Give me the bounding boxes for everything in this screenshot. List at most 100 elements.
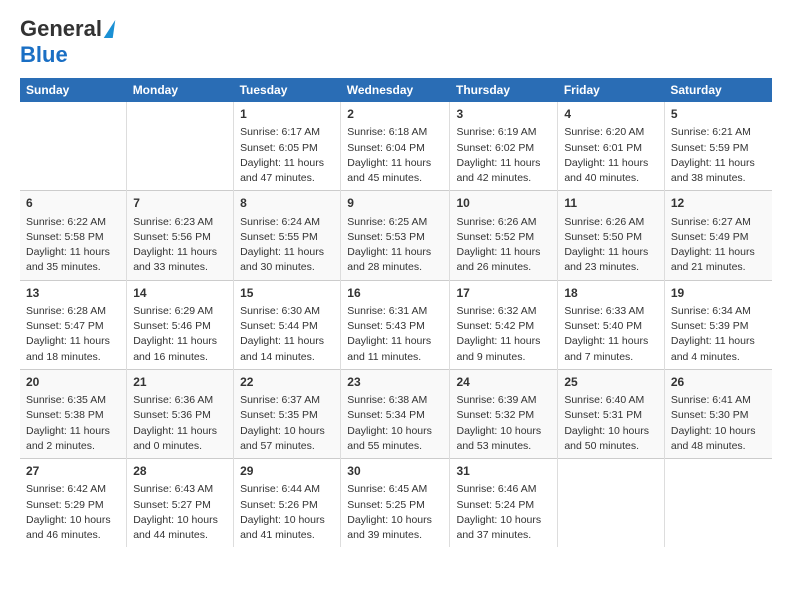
day-number: 23 [347, 374, 443, 391]
calendar-cell [127, 102, 234, 191]
sunset: Sunset: 6:01 PM [564, 142, 642, 154]
sunrise: Sunrise: 6:31 AM [347, 305, 427, 317]
col-header-monday: Monday [127, 78, 234, 102]
sunrise: Sunrise: 6:39 AM [456, 394, 536, 406]
sunset: Sunset: 5:31 PM [564, 409, 642, 421]
logo-general: General [20, 16, 102, 42]
sunrise: Sunrise: 6:36 AM [133, 394, 213, 406]
day-number: 20 [26, 374, 120, 391]
day-number: 26 [671, 374, 766, 391]
daylight: Daylight: 11 hours and 47 minutes. [240, 157, 324, 184]
daylight: Daylight: 11 hours and 42 minutes. [456, 157, 540, 184]
sunrise: Sunrise: 6:45 AM [347, 483, 427, 495]
daylight: Daylight: 11 hours and 35 minutes. [26, 246, 110, 273]
daylight: Daylight: 11 hours and 38 minutes. [671, 157, 755, 184]
sunset: Sunset: 5:29 PM [26, 499, 104, 511]
sunrise: Sunrise: 6:28 AM [26, 305, 106, 317]
calendar-cell: 6Sunrise: 6:22 AMSunset: 5:58 PMDaylight… [20, 191, 127, 280]
daylight: Daylight: 11 hours and 14 minutes. [240, 335, 324, 362]
daylight: Daylight: 10 hours and 41 minutes. [240, 514, 325, 541]
week-row: 1Sunrise: 6:17 AMSunset: 6:05 PMDaylight… [20, 102, 772, 191]
calendar-cell: 2Sunrise: 6:18 AMSunset: 6:04 PMDaylight… [341, 102, 450, 191]
sunrise: Sunrise: 6:19 AM [456, 126, 536, 138]
day-number: 24 [456, 374, 551, 391]
daylight: Daylight: 11 hours and 18 minutes. [26, 335, 110, 362]
daylight: Daylight: 10 hours and 44 minutes. [133, 514, 218, 541]
day-number: 28 [133, 463, 227, 480]
sunrise: Sunrise: 6:43 AM [133, 483, 213, 495]
week-row: 6Sunrise: 6:22 AMSunset: 5:58 PMDaylight… [20, 191, 772, 280]
daylight: Daylight: 11 hours and 11 minutes. [347, 335, 431, 362]
calendar-cell: 26 Sunrise: 6:41 AM Sunset: 5:30 PM Dayligh… [664, 369, 772, 458]
sunrise: Sunrise: 6:27 AM [671, 216, 751, 228]
daylight: Daylight: 11 hours and 40 minutes. [564, 157, 648, 184]
day-number: 2 [347, 106, 443, 123]
daylight: Daylight: 11 hours and 23 minutes. [564, 246, 648, 273]
logo-blue: Blue [20, 42, 68, 67]
sunset: Sunset: 5:30 PM [671, 409, 749, 421]
sunset: Sunset: 5:43 PM [347, 320, 425, 332]
calendar-cell [558, 459, 665, 548]
sunrise: Sunrise: 6:38 AM [347, 394, 427, 406]
col-header-friday: Friday [558, 78, 665, 102]
day-number: 18 [564, 285, 658, 302]
calendar-cell: 5Sunrise: 6:21 AMSunset: 5:59 PMDaylight… [664, 102, 772, 191]
day-number: 25 [564, 374, 658, 391]
sunset: Sunset: 5:49 PM [671, 231, 749, 243]
day-number: 30 [347, 463, 443, 480]
calendar-cell: 27Sunrise: 6:42 AMSunset: 5:29 PMDayligh… [20, 459, 127, 548]
sunset: Sunset: 5:38 PM [26, 409, 104, 421]
daylight: Daylight: 11 hours and 30 minutes. [240, 246, 324, 273]
logo-arrow-icon [104, 20, 116, 38]
daylight: Daylight: 10 hours and 37 minutes. [456, 514, 541, 541]
sunrise: Sunrise: 6:33 AM [564, 305, 644, 317]
calendar-cell: 25Sunrise: 6:40 AMSunset: 5:31 PMDayligh… [558, 369, 665, 458]
daylight: Daylight: 11 hours and 33 minutes. [133, 246, 217, 273]
day-number: 12 [671, 195, 766, 212]
daylight: Daylight: 10 hours and 53 minutes. [456, 425, 541, 452]
sunset: Sunset: 5:35 PM [240, 409, 318, 421]
day-number: 9 [347, 195, 443, 212]
sunset: Sunset: 5:56 PM [133, 231, 211, 243]
sunset: Sunset: 5:58 PM [26, 231, 104, 243]
sunset: Sunset: 6:04 PM [347, 142, 425, 154]
calendar-cell: 17Sunrise: 6:32 AMSunset: 5:42 PMDayligh… [450, 280, 558, 369]
calendar-cell: 30Sunrise: 6:45 AMSunset: 5:25 PMDayligh… [341, 459, 450, 548]
calendar-cell: 8Sunrise: 6:24 AMSunset: 5:55 PMDaylight… [234, 191, 341, 280]
daylight: Daylight: 10 hours and 48 minutes. [671, 425, 756, 452]
sunrise: Sunrise: 6:29 AM [133, 305, 213, 317]
day-number: 10 [456, 195, 551, 212]
day-number: 22 [240, 374, 334, 391]
day-number: 27 [26, 463, 120, 480]
sunrise: Sunrise: 6:20 AM [564, 126, 644, 138]
sunrise: Sunrise: 6:17 AM [240, 126, 320, 138]
daylight: Daylight: 10 hours and 39 minutes. [347, 514, 432, 541]
calendar-cell: 19Sunrise: 6:34 AMSunset: 5:39 PMDayligh… [664, 280, 772, 369]
calendar-cell [20, 102, 127, 191]
day-number: 8 [240, 195, 334, 212]
sunset: Sunset: 5:27 PM [133, 499, 211, 511]
col-header-thursday: Thursday [450, 78, 558, 102]
sunrise: Sunrise: 6:32 AM [456, 305, 536, 317]
week-row: 27Sunrise: 6:42 AMSunset: 5:29 PMDayligh… [20, 459, 772, 548]
daylight: Daylight: 11 hours and 7 minutes. [564, 335, 648, 362]
logo: General Blue [20, 16, 114, 68]
day-number: 21 [133, 374, 227, 391]
daylight: Daylight: 10 hours and 57 minutes. [240, 425, 325, 452]
sunrise: Sunrise: 6:34 AM [671, 305, 751, 317]
day-number: 19 [671, 285, 766, 302]
calendar-cell: 31Sunrise: 6:46 AMSunset: 5:24 PMDayligh… [450, 459, 558, 548]
day-number: 29 [240, 463, 334, 480]
daylight: Daylight: 10 hours and 55 minutes. [347, 425, 432, 452]
calendar-table: SundayMondayTuesdayWednesdayThursdayFrid… [20, 78, 772, 547]
col-header-tuesday: Tuesday [234, 78, 341, 102]
sunset: Sunset: 5:53 PM [347, 231, 425, 243]
sunset: Sunset: 5:39 PM [671, 320, 749, 332]
day-number: 7 [133, 195, 227, 212]
calendar-cell: 3Sunrise: 6:19 AMSunset: 6:02 PMDaylight… [450, 102, 558, 191]
sunset: Sunset: 5:24 PM [456, 499, 534, 511]
sunset: Sunset: 5:36 PM [133, 409, 211, 421]
daylight: Daylight: 11 hours and 21 minutes. [671, 246, 755, 273]
sunrise: Sunrise: 6:24 AM [240, 216, 320, 228]
sunrise: Sunrise: 6:41 AM [671, 394, 751, 406]
